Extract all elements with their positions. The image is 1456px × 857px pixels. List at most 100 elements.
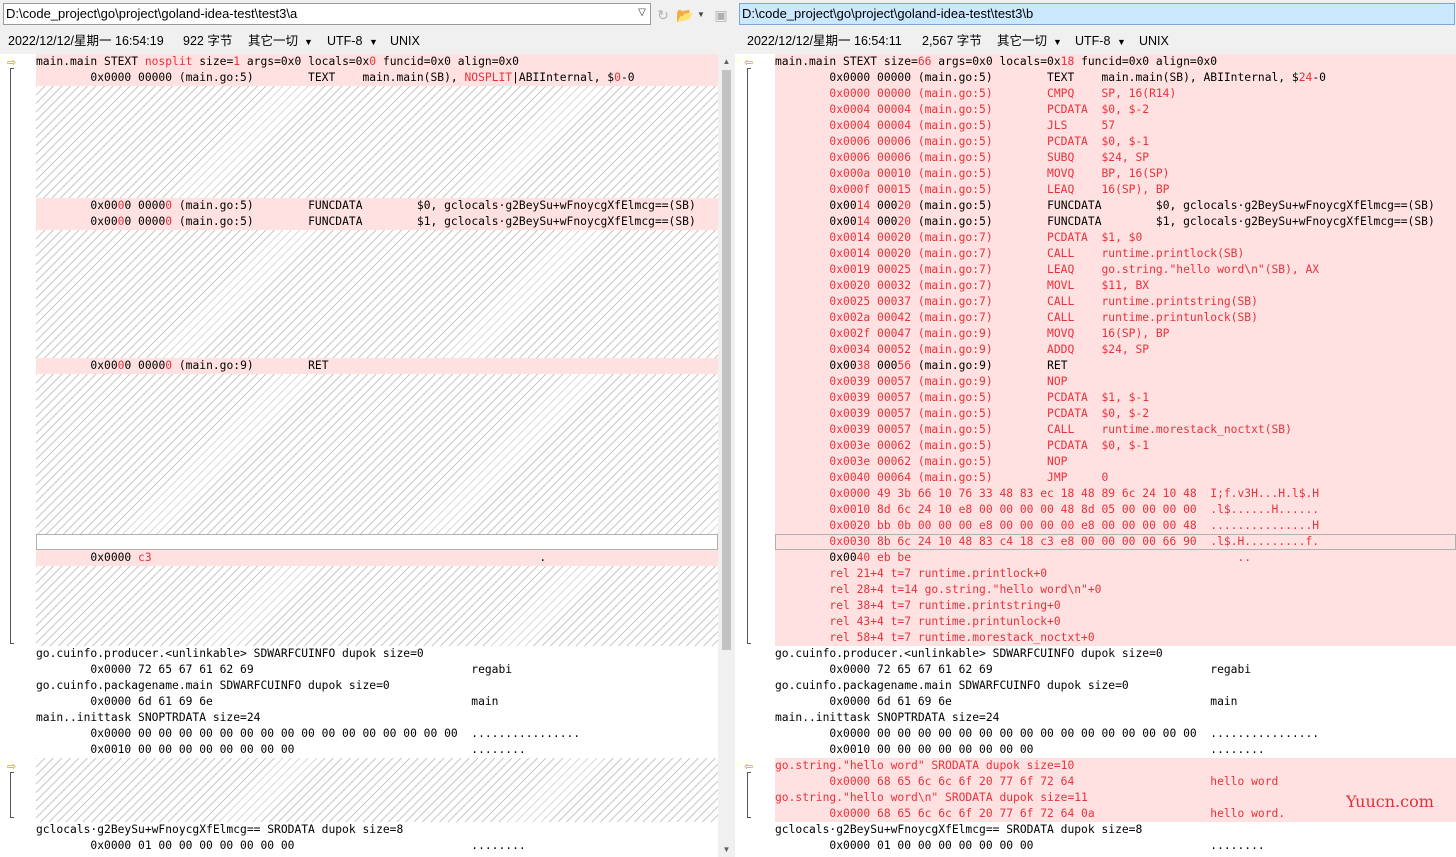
encoding-hint-dropdown[interactable]: 其它一切 — [248, 31, 298, 51]
missing-lines-hatch — [36, 230, 718, 358]
code-line: 0x0000 6d 61 69 6e main — [36, 695, 499, 708]
current-line-box — [36, 534, 718, 550]
code-line: 0x000a 00010 (main.go:5) MOVQ BP, 16(SP) — [775, 167, 1170, 180]
left-pane: D:\code_project\go\project\goland-idea-t… — [0, 0, 737, 857]
code-line: 0x0000 6d 61 69 6e main — [775, 695, 1238, 708]
code-line: 0x0006 00006 (main.go:5) PCDATA $0, $-1 — [775, 135, 1150, 148]
diff-block-bracket — [747, 772, 751, 818]
code-line: rel 43+4 t=7 runtime.printunlock+0 — [775, 615, 1061, 628]
left-path-text: D:\code_project\go\project\goland-idea-t… — [6, 6, 298, 21]
diff-block-bracket — [747, 68, 751, 644]
code-line: gclocals·g2BeySu+wFnoycgXfElmcg== SRODAT… — [775, 823, 1143, 836]
right-gutter: ⇦ ⇦ — [737, 54, 775, 857]
code-line: go.cuinfo.packagename.main SDWARFCUINFO … — [775, 679, 1129, 692]
chevron-down-icon[interactable]: ▽ — [634, 3, 650, 23]
eol-label: UNIX — [390, 34, 420, 48]
code-line: go.cuinfo.producer.<unlinkable> SDWARFCU… — [36, 647, 424, 660]
code-line: main.main STEXT nosplit size=1 args=0x0 … — [36, 55, 519, 68]
diff-block-bracket — [10, 68, 14, 644]
chevron-down-icon[interactable]: ▼ — [1117, 32, 1126, 52]
right-pane: D:\code_project\go\project\goland-idea-t… — [737, 0, 1456, 857]
file-datetime: 2022/12/12/星期一 16:54:11 — [747, 34, 902, 48]
chevron-down-icon[interactable]: ▼ — [1053, 32, 1062, 52]
code-line: 0x0039 00057 (main.go:5) PCDATA $0, $-2 — [775, 407, 1150, 420]
diff-arrow-icon[interactable]: ⇦ — [744, 762, 757, 773]
code-line: go.cuinfo.producer.<unlinkable> SDWARFCU… — [775, 647, 1163, 660]
code-line: gclocals·g2BeySu+wFnoycgXfElmcg== SRODAT… — [36, 823, 404, 836]
charset-dropdown[interactable]: UTF-8 — [327, 31, 362, 51]
code-line: go.string."hello word" SRODATA dupok siz… — [775, 759, 1075, 772]
code-line: 0x0004 00004 (main.go:5) PCDATA $0, $-2 — [775, 103, 1150, 116]
code-line: 0x0040 eb be .. — [775, 551, 1252, 564]
code-line: rel 28+4 t=14 go.string."hello word\n"+0 — [775, 583, 1102, 596]
file-size: 922 字节 — [183, 34, 233, 48]
code-line: 0x003e 00062 (main.go:5) PCDATA $0, $-1 — [775, 439, 1150, 452]
diff-block-bracket — [10, 772, 14, 818]
code-line: main.main STEXT size=66 args=0x0 locals=… — [775, 55, 1218, 68]
diff-arrow-icon[interactable]: ⇨ — [7, 762, 20, 773]
code-line: 0x0000 72 65 67 61 62 69 regabi — [775, 663, 1252, 676]
right-editor[interactable]: ⇦ ⇦ main.main STEXT size=66 args=0x0 loc… — [737, 54, 1456, 857]
code-line: 0x0000 72 65 67 61 62 69 regabi — [36, 663, 513, 676]
code-line: 0x0000 00 00 00 00 00 00 00 00 00 00 00 … — [36, 727, 581, 740]
missing-lines-hatch — [36, 374, 718, 534]
left-vertical-scrollbar[interactable]: ▲ ▼ — [718, 54, 735, 857]
file-size: 2,567 字节 — [922, 34, 982, 48]
code-line: 0x0000 c3 . — [36, 551, 547, 564]
open-folder-icon[interactable]: 📂 — [676, 6, 694, 24]
eol-label: UNIX — [1139, 34, 1169, 48]
scroll-thumb[interactable] — [722, 70, 731, 650]
code-line: 0x0000 68 65 6c 6c 6f 20 77 6f 72 64 0a … — [775, 807, 1286, 820]
charset-dropdown[interactable]: UTF-8 — [1075, 31, 1110, 51]
right-info-bar: 2022/12/12/星期一 16:54:11 2,567 字节 其它一切 ▼ … — [737, 31, 1456, 51]
chevron-down-icon[interactable]: ▼ — [369, 32, 378, 52]
code-line: 0x0000 00000 (main.go:5) CMPQ SP, 16(R14… — [775, 87, 1177, 100]
code-line: 0x0010 00 00 00 00 00 00 00 00 ........ — [775, 743, 1265, 756]
code-line: 0x0039 00057 (main.go:5) CALL runtime.mo… — [775, 423, 1292, 436]
code-line: 0x0000 00000 (main.go:9) RET — [36, 359, 329, 372]
left-editor[interactable]: ⇨ ⇨ main.main STEXT nosplit size=1 args=… — [0, 54, 737, 857]
left-info-bar: 2022/12/12/星期一 16:54:19 922 字节 其它一切 ▼ UT… — [0, 31, 737, 51]
code-line: 0x0025 00037 (main.go:7) CALL runtime.pr… — [775, 295, 1258, 308]
missing-lines-hatch — [36, 566, 718, 646]
code-line: 0x002a 00042 (main.go:7) CALL runtime.pr… — [775, 311, 1258, 324]
left-text-area[interactable]: main.main STEXT nosplit size=1 args=0x0 … — [36, 54, 718, 857]
code-line: 0x0040 00064 (main.go:5) JMP 0 — [775, 471, 1109, 484]
encoding-hint-dropdown[interactable]: 其它一切 — [997, 31, 1047, 51]
code-line: rel 58+4 t=7 runtime.morestack_noctxt+0 — [775, 631, 1095, 644]
watermark: Yuucn.com — [1346, 792, 1434, 811]
code-line: 0x0000 49 3b 66 10 76 33 48 83 ec 18 48 … — [775, 487, 1320, 500]
code-line: 0x0010 8d 6c 24 10 e8 00 00 00 00 48 8d … — [775, 503, 1320, 516]
left-gutter: ⇨ ⇨ — [0, 54, 36, 857]
code-line: 0x0020 00032 (main.go:7) MOVL $11, BX — [775, 279, 1150, 292]
right-path-combobox[interactable]: D:\code_project\go\project\goland-idea-t… — [739, 3, 1455, 25]
diff-arrow-icon[interactable]: ⇦ — [744, 58, 757, 69]
diff-arrow-icon[interactable]: ⇨ — [7, 58, 20, 69]
code-line: 0x0014 00020 (main.go:5) FUNCDATA $1, gc… — [775, 215, 1435, 228]
right-path-text: D:\code_project\go\project\goland-idea-t… — [742, 6, 1034, 21]
code-line: 0x0020 bb 0b 00 00 00 e8 00 00 00 00 e8 … — [775, 519, 1320, 532]
code-line: main..inittask SNOPTRDATA size=24 — [775, 711, 1000, 724]
code-line: 0x0014 00020 (main.go:7) PCDATA $1, $0 — [775, 231, 1143, 244]
code-line: 0x0000 00 00 00 00 00 00 00 00 00 00 00 … — [775, 727, 1320, 740]
code-line: 0x0000 00000 (main.go:5) TEXT main.main(… — [36, 71, 635, 84]
chevron-down-icon[interactable]: ▼ — [304, 32, 313, 52]
code-line: 0x0014 00020 (main.go:5) FUNCDATA $0, gc… — [775, 199, 1435, 212]
right-path-bar: D:\code_project\go\project\goland-idea-t… — [739, 3, 1455, 25]
code-line: 0x002f 00047 (main.go:9) MOVQ 16(SP), BP — [775, 327, 1170, 340]
scroll-up-icon[interactable]: ▲ — [718, 54, 735, 69]
missing-lines-hatch — [36, 758, 718, 822]
code-line: 0x0000 01 00 00 00 00 00 00 00 ........ — [775, 839, 1265, 852]
save-icon[interactable]: ▣ — [712, 6, 730, 24]
code-line: 0x0014 00020 (main.go:7) CALL runtime.pr… — [775, 247, 1245, 260]
code-line: rel 38+4 t=7 runtime.printstring+0 — [775, 599, 1061, 612]
code-line: 0x0034 00052 (main.go:9) ADDQ $24, SP — [775, 343, 1150, 356]
scroll-down-icon[interactable]: ▼ — [718, 842, 735, 857]
left-path-combobox[interactable]: D:\code_project\go\project\goland-idea-t… — [3, 3, 651, 25]
right-text-area[interactable]: main.main STEXT size=66 args=0x0 locals=… — [775, 54, 1456, 857]
chevron-down-icon[interactable]: ▼ — [697, 6, 705, 24]
code-line: 0x0000 01 00 00 00 00 00 00 00 ........ — [36, 839, 526, 852]
code-line: 0x000f 00015 (main.go:5) LEAQ 16(SP), BP — [775, 183, 1170, 196]
code-line: 0x0038 00056 (main.go:9) RET — [775, 359, 1068, 372]
refresh-icon[interactable]: ↻ — [654, 6, 672, 24]
